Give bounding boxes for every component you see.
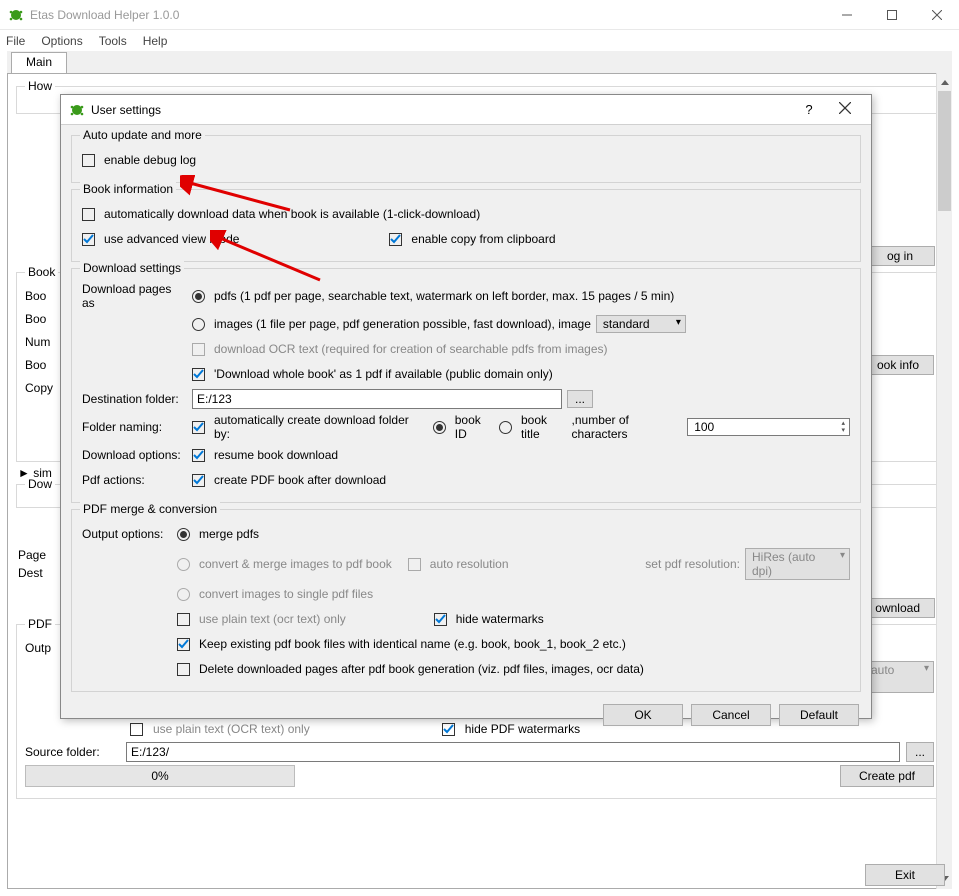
window-title: Etas Download Helper 1.0.0 xyxy=(30,8,824,22)
resume-label: resume book download xyxy=(214,448,338,462)
conv-merge-label: convert & merge images to pdf book xyxy=(199,557,392,571)
pdf-group-label: PDF xyxy=(25,617,55,631)
app-icon xyxy=(69,102,85,118)
debug-log-label: enable debug log xyxy=(104,153,196,167)
bookinfo-button[interactable]: ook info xyxy=(862,355,934,375)
cancel-button[interactable]: Cancel xyxy=(691,704,771,726)
maximize-button[interactable] xyxy=(869,0,914,29)
auto-update-legend: Auto update and more xyxy=(80,128,205,142)
num-chars-input[interactable]: 100 xyxy=(687,418,850,436)
book-title-label: book title xyxy=(521,413,567,441)
delete-pages-label: Delete downloaded pages after pdf book g… xyxy=(199,662,644,676)
menubar: File Options Tools Help xyxy=(0,30,959,51)
dow-label: Dow xyxy=(25,477,55,491)
menu-file[interactable]: File xyxy=(6,34,25,48)
book-info-legend: Book information xyxy=(80,182,176,196)
user-settings-dialog: User settings ? Auto update and more ena… xyxy=(60,94,872,719)
dest-folder-input[interactable] xyxy=(192,389,562,409)
radio-merge-pdfs[interactable] xyxy=(177,528,190,541)
progress-bar: 0% xyxy=(25,765,295,787)
scrollbar[interactable] xyxy=(936,73,952,889)
menu-help[interactable]: Help xyxy=(143,34,168,48)
check-auto-res-modal xyxy=(408,558,421,571)
menu-tools[interactable]: Tools xyxy=(99,34,127,48)
res-select-modal[interactable]: HiRes (auto dpi) xyxy=(745,548,850,580)
book-group-label: Book xyxy=(25,265,58,279)
dl-as-label: Download pages as xyxy=(82,282,187,310)
menu-options[interactable]: Options xyxy=(41,34,82,48)
help-button[interactable]: ? xyxy=(791,102,827,117)
check-clipboard[interactable] xyxy=(389,233,402,246)
whole-book-label: 'Download whole book' as 1 pdf if availa… xyxy=(214,367,553,381)
check-advanced-view[interactable] xyxy=(82,233,95,246)
check-debug-log[interactable] xyxy=(82,154,95,167)
source-folder-input[interactable] xyxy=(126,742,900,762)
check-auto-folder[interactable] xyxy=(192,421,205,434)
advanced-view-label: use advanced view mode xyxy=(104,232,239,246)
check-resume[interactable] xyxy=(192,449,205,462)
close-button[interactable] xyxy=(914,0,959,29)
source-folder-label: Source folder: xyxy=(25,745,120,759)
ok-button[interactable]: OK xyxy=(603,704,683,726)
num-chars-label: ,number of characters xyxy=(572,413,683,441)
conv-single-label: convert images to single pdf files xyxy=(199,587,373,601)
app-icon xyxy=(8,7,24,23)
image-mode-select[interactable]: standard xyxy=(596,315,686,333)
radio-images[interactable] xyxy=(192,318,205,331)
check-hide-wm-modal[interactable] xyxy=(434,613,447,626)
browse-button[interactable]: ... xyxy=(906,742,934,762)
pdf-merge-legend: PDF merge & conversion xyxy=(80,502,220,516)
check-auto-download[interactable] xyxy=(82,208,95,221)
radio-book-id[interactable] xyxy=(433,421,446,434)
hide-wm-modal-label: hide watermarks xyxy=(456,612,544,626)
images-label: images (1 file per page, pdf generation … xyxy=(214,317,591,331)
check-whole-book[interactable] xyxy=(192,368,205,381)
pdfs-label: pdfs (1 pdf per page, searchable text, w… xyxy=(214,289,674,303)
dialog-title: User settings xyxy=(91,103,161,117)
set-res-modal-label: set pdf resolution: xyxy=(645,557,740,571)
create-after-label: create PDF book after download xyxy=(214,473,386,487)
check-ocr xyxy=(192,343,205,356)
check-plain-modal xyxy=(177,613,190,626)
plain-modal-label: use plain text (ocr text) only xyxy=(199,612,346,626)
keep-files-label: Keep existing pdf book files with identi… xyxy=(199,637,626,651)
scroll-thumb[interactable] xyxy=(938,91,951,211)
dest-folder-label: Destination folder: xyxy=(82,392,187,406)
tab-main[interactable]: Main xyxy=(11,52,67,74)
window-titlebar: Etas Download Helper 1.0.0 xyxy=(0,0,959,30)
output-options-label: Output options: xyxy=(82,527,172,541)
download-settings-legend: Download settings xyxy=(80,261,184,275)
radio-conv-merge xyxy=(177,558,190,571)
clipboard-label: enable copy from clipboard xyxy=(411,232,555,246)
book-id-label: book ID xyxy=(455,413,494,441)
dest-browse-button[interactable]: ... xyxy=(567,390,593,408)
login-button[interactable]: og in xyxy=(865,246,935,266)
auto-download-label: automatically download data when book is… xyxy=(104,207,480,221)
check-create-after[interactable] xyxy=(192,474,205,487)
dialog-close-button[interactable] xyxy=(827,102,863,117)
exit-button[interactable]: Exit xyxy=(865,864,945,886)
pdf-actions-label: Pdf actions: xyxy=(82,473,187,487)
ocr-label: download OCR text (required for creation… xyxy=(214,342,608,356)
radio-book-title[interactable] xyxy=(499,421,512,434)
dl-options-label: Download options: xyxy=(82,448,187,462)
auto-res-modal-label: auto resolution xyxy=(430,557,509,571)
radio-pdfs[interactable] xyxy=(192,290,205,303)
minimize-button[interactable] xyxy=(824,0,869,29)
radio-conv-single xyxy=(177,588,190,601)
folder-naming-label: Folder naming: xyxy=(82,420,187,434)
howto-group-label: How xyxy=(25,79,55,93)
auto-folder-label: automatically create download folder by: xyxy=(214,413,417,441)
check-keep-files[interactable] xyxy=(177,638,190,651)
merge-pdfs-label: merge pdfs xyxy=(199,527,259,541)
create-pdf-button[interactable]: Create pdf xyxy=(840,765,934,787)
check-delete-pages[interactable] xyxy=(177,663,190,676)
default-button[interactable]: Default xyxy=(779,704,859,726)
